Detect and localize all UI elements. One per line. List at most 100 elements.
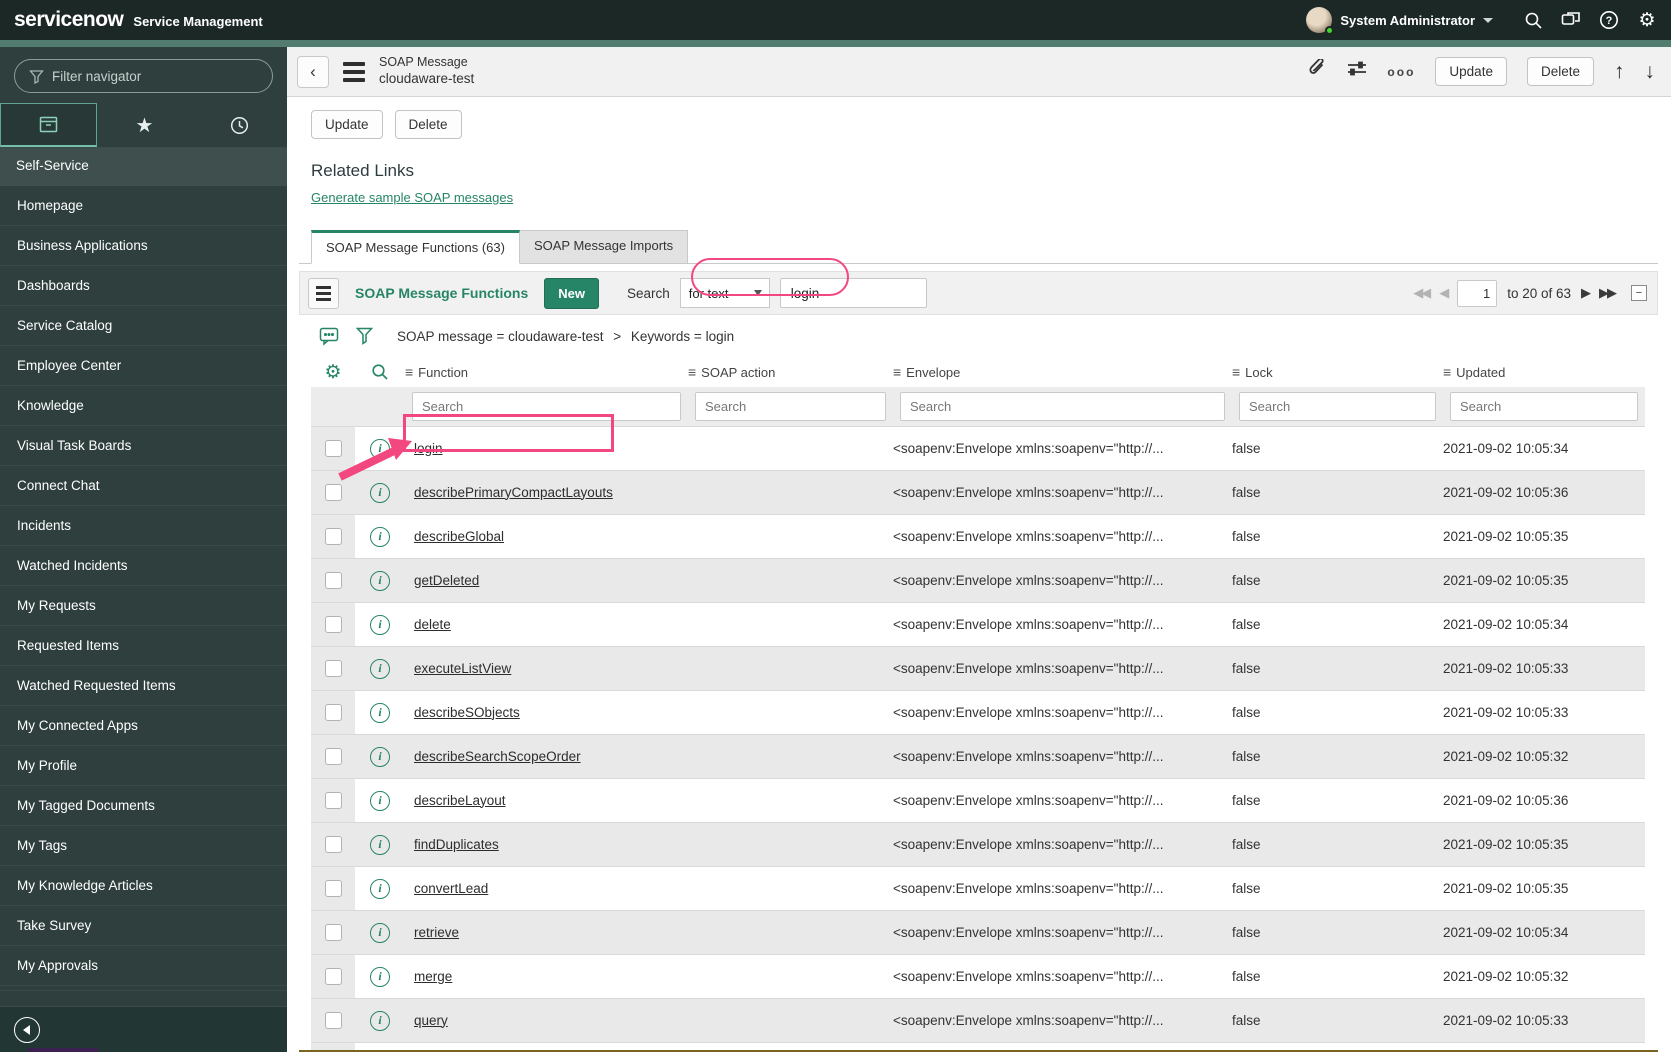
function-link[interactable]: login (414, 441, 443, 456)
collapse-sidebar-icon[interactable] (14, 1016, 40, 1043)
new-button[interactable]: New (544, 277, 599, 309)
function-link[interactable]: describeSObjects (414, 705, 520, 720)
function-link[interactable]: describeLayout (414, 793, 506, 808)
sidebar-menu-item[interactable]: Dashboards (0, 266, 287, 306)
column-header-soap-action[interactable]: ≡ SOAP action (688, 364, 893, 380)
sidebar-menu-item[interactable]: Homepage (0, 186, 287, 226)
chat-icon[interactable] (1561, 10, 1581, 30)
update-button-header[interactable]: Update (1435, 57, 1507, 86)
breadcrumb-soap-message[interactable]: SOAP message = cloudaware-test (397, 329, 603, 344)
user-menu[interactable]: System Administrator (1306, 7, 1493, 35)
function-link[interactable]: convertLead (414, 881, 488, 896)
avatar[interactable] (1306, 7, 1335, 35)
page-number-input[interactable] (1457, 279, 1498, 307)
back-button[interactable]: ‹ (297, 55, 329, 88)
tab-favorites[interactable]: ★ (97, 103, 192, 147)
column-header-envelope[interactable]: ≡ Envelope (893, 364, 1232, 380)
sidebar-menu-item[interactable]: Knowledge (0, 386, 287, 426)
sidebar-menu-item[interactable]: Business Applications (0, 226, 287, 266)
row-checkbox[interactable] (324, 880, 342, 897)
paperclip-icon[interactable] (1309, 57, 1327, 84)
row-checkbox[interactable] (324, 924, 342, 941)
sidebar-menu-item[interactable]: My Connected Apps (0, 706, 287, 746)
delete-button-header[interactable]: Delete (1526, 57, 1594, 86)
function-column-search-input[interactable] (412, 392, 681, 421)
update-button[interactable]: Update (311, 110, 383, 139)
gear-icon[interactable]: ⚙ (1637, 10, 1657, 31)
sidebar-section-self-service[interactable]: Self-Service (0, 148, 287, 186)
sidebar-menu-item[interactable]: Incidents (0, 506, 287, 546)
breadcrumb-keywords[interactable]: Keywords = login (631, 329, 734, 344)
sidebar-menu-item[interactable]: My Requests (0, 586, 287, 626)
column-header-updated[interactable]: ≡ Updated (1443, 364, 1645, 380)
list-context-menu-icon[interactable] (308, 277, 339, 309)
info-icon[interactable]: i (370, 790, 390, 811)
help-icon[interactable]: ? (1599, 10, 1619, 30)
tab-all-applications[interactable] (0, 103, 97, 147)
updated-column-search-input[interactable] (1450, 392, 1638, 421)
row-checkbox[interactable] (324, 704, 342, 721)
info-icon[interactable]: i (370, 658, 390, 679)
sidebar-menu-item[interactable]: My Tagged Documents (0, 786, 287, 826)
minimize-list-icon[interactable]: − (1631, 285, 1647, 301)
sidebar-menu-item[interactable]: Visual Task Boards (0, 426, 287, 466)
info-icon[interactable]: i (370, 702, 390, 723)
function-link[interactable]: executeListView (414, 661, 511, 676)
sidebar-menu-item[interactable]: My Approvals (0, 946, 287, 986)
function-link[interactable]: query (414, 1013, 448, 1028)
sidebar-menu-item[interactable]: Connect Chat (0, 466, 287, 506)
row-checkbox[interactable] (324, 572, 342, 589)
info-icon[interactable]: i (370, 526, 390, 547)
row-checkbox[interactable] (324, 616, 342, 633)
lock-column-search-input[interactable] (1239, 392, 1436, 421)
function-link[interactable]: merge (414, 969, 452, 984)
list-search-input[interactable] (779, 278, 927, 308)
sidebar-menu-item[interactable]: Watched Incidents (0, 546, 287, 586)
column-search-toggle-icon[interactable] (355, 363, 405, 381)
info-icon[interactable]: i (370, 966, 390, 987)
sidebar-menu-item[interactable]: Service Catalog (0, 306, 287, 346)
sidebar-menu-item[interactable]: Watched Requested Items (0, 666, 287, 706)
delete-button[interactable]: Delete (394, 110, 462, 139)
function-link[interactable]: describeSearchScopeOrder (414, 749, 581, 764)
function-link[interactable]: retrieve (414, 925, 459, 940)
next-record-icon[interactable]: ↓ (1645, 60, 1656, 84)
first-page-icon[interactable]: ◀◀ (1413, 285, 1431, 301)
row-checkbox[interactable] (324, 836, 342, 853)
more-actions-icon[interactable]: ooo (1387, 65, 1415, 79)
previous-record-icon[interactable]: ↑ (1614, 60, 1625, 84)
function-link[interactable]: describePrimaryCompactLayouts (414, 485, 613, 500)
tab-history[interactable] (192, 103, 287, 147)
search-icon[interactable] (1523, 10, 1543, 30)
info-icon[interactable]: i (370, 878, 390, 899)
column-header-function[interactable]: ≡ Function (405, 364, 688, 380)
tab-soap-message-functions[interactable]: SOAP Message Functions (63) (311, 230, 520, 264)
sidebar-menu-item[interactable]: My Tags (0, 826, 287, 866)
info-icon[interactable]: i (370, 438, 390, 459)
form-context-menu-icon[interactable] (341, 60, 367, 84)
comments-icon[interactable] (319, 327, 340, 346)
info-icon[interactable]: i (370, 1010, 390, 1031)
personalize-list-gear-icon[interactable]: ⚙ (311, 361, 355, 384)
info-icon[interactable]: i (370, 570, 390, 591)
function-link[interactable]: getDeleted (414, 573, 479, 588)
sidebar-menu-item[interactable]: Requested Items (0, 626, 287, 666)
row-checkbox[interactable] (324, 660, 342, 677)
row-checkbox[interactable] (324, 484, 342, 501)
row-checkbox[interactable] (324, 440, 342, 457)
row-checkbox[interactable] (324, 1012, 342, 1029)
info-icon[interactable]: i (370, 834, 390, 855)
info-icon[interactable]: i (370, 614, 390, 635)
row-checkbox[interactable] (324, 792, 342, 809)
sliders-icon[interactable] (1347, 60, 1367, 83)
row-checkbox[interactable] (324, 528, 342, 545)
sidebar-menu-item[interactable]: My Knowledge Articles (0, 866, 287, 906)
filter-navigator-input[interactable]: Filter navigator (14, 59, 273, 93)
generate-sample-soap-messages-link[interactable]: Generate sample SOAP messages (311, 190, 513, 205)
info-icon[interactable]: i (370, 482, 390, 503)
previous-page-icon[interactable]: ◀ (1439, 285, 1449, 301)
info-icon[interactable]: i (370, 746, 390, 767)
sidebar-menu-item[interactable]: Take Survey (0, 906, 287, 946)
row-checkbox[interactable] (324, 968, 342, 985)
function-link[interactable]: findDuplicates (414, 837, 499, 852)
